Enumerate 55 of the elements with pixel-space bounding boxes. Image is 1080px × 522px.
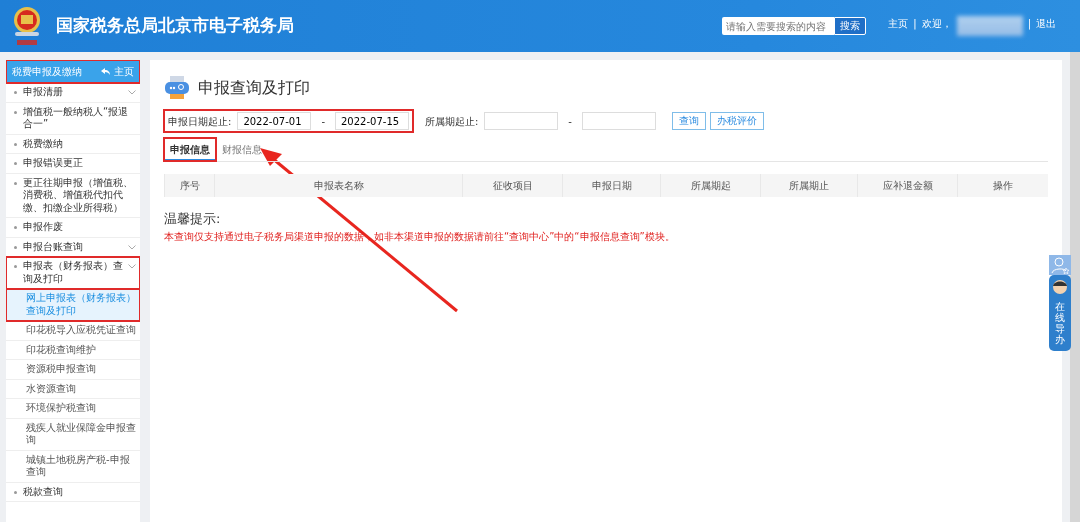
sidebar-title: 税费申报及缴纳 xyxy=(12,65,82,79)
search-field[interactable]: 请输入需要搜索的内容 xyxy=(722,17,835,35)
avatar-icon xyxy=(1052,279,1068,295)
separator: - xyxy=(568,114,572,129)
column-header: 征收项目 xyxy=(462,174,562,197)
date-field[interactable] xyxy=(581,112,656,130)
separator: | xyxy=(1027,17,1031,31)
sidebar-item[interactable]: 申报清册 xyxy=(6,83,140,103)
search-button[interactable]: 搜索 xyxy=(834,17,867,35)
chevron-icon xyxy=(128,264,136,269)
sidebar-item[interactable]: 申报作废 xyxy=(6,218,140,238)
column-header: 所属期起 xyxy=(660,174,760,197)
sidebar-item[interactable]: 税款查询 xyxy=(6,482,140,502)
separator: - xyxy=(321,114,325,129)
sidebar-item[interactable]: 更正往期申报（增值税、消费税、增值税代扣代缴、扣缴企业所得税） xyxy=(6,173,140,218)
chevron-icon xyxy=(128,244,136,250)
filter-label: 申报日期起止: xyxy=(168,114,232,129)
header-link[interactable]: 主页 xyxy=(888,16,909,31)
printer-icon xyxy=(164,76,190,100)
submenu-item[interactable]: 残疾人就业保障金申报查询 xyxy=(6,418,140,451)
sidebar-item[interactable]: 申报错误更正 xyxy=(6,154,140,174)
column-header: 序号 xyxy=(164,174,214,197)
back-arrow-icon xyxy=(101,68,110,75)
action-button[interactable]: 查询 xyxy=(671,112,706,130)
redacted-name xyxy=(956,16,1023,36)
date-field[interactable]: 2022-07-15 xyxy=(335,112,409,130)
column-header: 申报表名称 xyxy=(214,174,462,197)
tip-text: 本查询仅支持通过电子税务局渠道申报的数据，如非本渠道申报的数据请前往“查询中心”中的“申报信息查询”模块。 xyxy=(164,229,676,244)
action-button[interactable]: 办税评价 xyxy=(709,112,764,130)
column-header: 所属期止 xyxy=(760,174,857,197)
date-field[interactable] xyxy=(484,112,559,130)
column-header: 申报日期 xyxy=(562,174,660,197)
date-field[interactable]: 2022-07-01 xyxy=(237,112,312,130)
submenu-item[interactable]: 水资源查询 xyxy=(6,379,140,399)
submenu-item[interactable]: 资源税申报查询 xyxy=(6,360,140,380)
tab[interactable]: 申报信息 xyxy=(164,138,216,161)
column-header: 操作 xyxy=(957,174,1048,197)
submenu-item[interactable]: 印花税查询维护 xyxy=(6,340,140,360)
page-title: 申报查询及打印 xyxy=(198,77,310,99)
submenu-item[interactable]: 印花税导入应税凭证查询 xyxy=(6,321,140,341)
separator: | xyxy=(913,17,917,31)
chevron-icon xyxy=(128,90,136,95)
filter-label: 所属期起止: xyxy=(425,114,479,129)
welcome-text: 欢迎， xyxy=(921,17,952,31)
online-help-button[interactable]: 在线导办 xyxy=(1049,275,1071,351)
sidebar-item[interactable]: 申报表（财务报表）查询及打印 xyxy=(6,257,140,289)
tab[interactable]: 财报信息 xyxy=(216,138,268,161)
sidebar-item[interactable]: 税费缴纳 xyxy=(6,134,140,154)
tip-title: 温馨提示: xyxy=(164,210,222,228)
column-header: 应补退金额 xyxy=(857,174,957,197)
sidebar-item[interactable]: 申报台账查询 xyxy=(6,237,140,257)
site-title: 国家税务总局北京市电子税务局 xyxy=(56,14,294,38)
sidebar-item[interactable]: 增值税一般纳税人“报退合一” xyxy=(6,102,140,135)
submenu-item[interactable]: 城镇土地税房产税-申报查询 xyxy=(6,450,140,483)
submenu-item[interactable]: 环境保护税查询 xyxy=(6,399,140,419)
